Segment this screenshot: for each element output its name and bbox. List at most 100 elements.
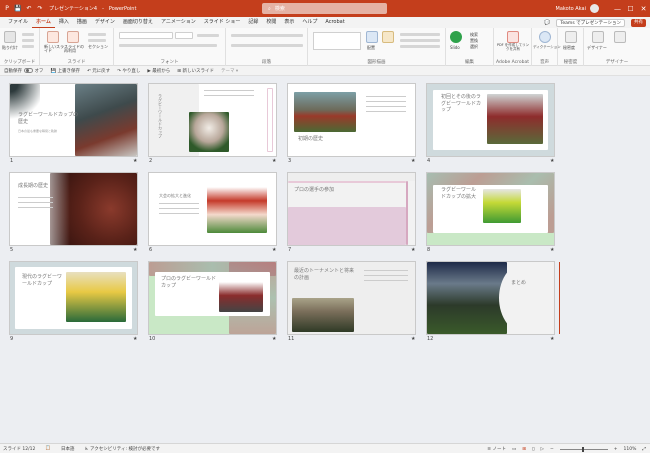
text-line — [18, 202, 53, 203]
slide-title: 最近のトーナメントと将来の計画 — [294, 268, 355, 281]
shapes-gallery[interactable] — [313, 32, 361, 50]
slide-title: プロのラグビーワールドカップ — [161, 276, 217, 289]
slide-thumbnail[interactable]: ラグビーワールドカップの拡大 — [427, 173, 554, 245]
copy-button[interactable] — [22, 39, 34, 42]
slide-number: 12 — [427, 336, 434, 342]
fit-window-icon[interactable]: ⤢ — [642, 446, 646, 452]
layout-button[interactable] — [88, 33, 106, 36]
sensitivity-icon[interactable] — [565, 31, 577, 43]
slide-number: 7 — [288, 247, 292, 253]
section-label[interactable]: セクション — [88, 44, 108, 50]
shape-effects-button[interactable] — [400, 45, 440, 48]
zoom-thumb[interactable] — [581, 446, 584, 452]
avatar[interactable] — [590, 4, 599, 13]
reset-button[interactable] — [88, 39, 106, 42]
text-line — [364, 280, 408, 281]
layout-dropdown[interactable]: テーマ ▾ — [221, 68, 238, 74]
comment-icon[interactable]: 💬 — [544, 20, 550, 26]
save-button[interactable]: 💾 上書き保存 — [50, 68, 80, 74]
font-format-buttons[interactable] — [119, 44, 217, 47]
tab-record[interactable]: 記録 — [244, 17, 262, 28]
slide-thumbnail[interactable]: 初回とその後のラグビーワールドカップ — [427, 84, 554, 156]
zoom-out-button[interactable]: − — [550, 447, 554, 452]
share-button[interactable]: 共有 — [631, 18, 646, 27]
slide-thumbnail[interactable]: ラグビーワールドカップの歴史 日本の最も重要な瞬間と軌跡 — [10, 84, 137, 156]
graph-icon[interactable] — [614, 31, 626, 43]
tab-view[interactable]: 表示 — [280, 17, 298, 28]
slide-thumbnail[interactable]: プロのラグビーワールドカップ — [149, 262, 276, 334]
ribbon-group-voice: ディクテーション 音声 — [532, 28, 561, 66]
status-bar: スライド 12/12 📋 日本語 ♿ アクセシビリティ: 検討が必要です ≡ ノ… — [0, 443, 650, 453]
redo-icon[interactable]: ↷ — [36, 5, 44, 13]
spellcheck-icon[interactable]: 📋 — [45, 446, 51, 452]
autosave-toggle[interactable]: 自動保存 オフ — [4, 67, 43, 74]
tab-design[interactable]: デザイン — [91, 17, 119, 28]
slido-icon[interactable] — [450, 31, 462, 43]
teams-present-button[interactable]: Teams でプレゼンテーション — [556, 18, 625, 27]
slide-thumbnail[interactable]: 現代のラグビーワールドカップ — [10, 262, 137, 334]
zoom-level[interactable]: 110% — [624, 447, 637, 452]
zoom-in-button[interactable]: + — [614, 447, 618, 452]
tab-slideshow[interactable]: スライド ショー — [200, 17, 245, 28]
cut-button[interactable] — [22, 33, 34, 36]
quick-styles-icon[interactable] — [382, 31, 394, 43]
undo-icon[interactable]: ↶ — [25, 5, 33, 13]
search-box[interactable]: ⌕ 検索 — [262, 3, 387, 14]
shape-outline-button[interactable] — [400, 39, 440, 42]
notes-button[interactable]: ≡ ノート — [487, 446, 506, 452]
document-title: プレゼンテーション4 — [49, 6, 98, 12]
player-celebrating-photo — [66, 272, 126, 322]
minimize-button[interactable]: — — [611, 0, 624, 17]
shape-fill-button[interactable] — [400, 33, 440, 36]
close-button[interactable]: ✕ — [637, 0, 650, 17]
paste-icon[interactable] — [4, 31, 16, 43]
slide-thumbnail[interactable]: まとめ — [427, 262, 554, 334]
new-slide-icon[interactable] — [47, 31, 59, 43]
reading-view-icon[interactable]: ▯ — [532, 447, 534, 452]
tab-home[interactable]: ホーム — [32, 17, 55, 28]
format-painter-button[interactable] — [22, 45, 34, 48]
save-icon[interactable]: 💾 — [14, 5, 22, 13]
arrange-icon[interactable] — [366, 31, 378, 43]
text-line — [204, 95, 254, 96]
new-slide-button[interactable]: ⊞ 新しいスライド — [177, 68, 214, 74]
language-indicator[interactable]: 日本語 — [61, 446, 75, 452]
slide-title: 大会の拡大と進化 — [159, 193, 191, 198]
slide-thumbnail[interactable]: 成長期の歴史 — [10, 173, 137, 245]
designer-icon[interactable] — [592, 31, 604, 43]
font-name-select[interactable] — [119, 32, 173, 39]
slide-thumbnail[interactable]: ラグビーワールドカップ — [149, 84, 276, 156]
slide-thumbnail[interactable]: 初期の歴史 — [288, 84, 415, 156]
tab-file[interactable]: ファイル — [4, 17, 32, 28]
microphone-icon[interactable] — [539, 31, 551, 43]
slide-thumbnail[interactable]: 大会の拡大と進化 — [149, 173, 276, 245]
slide-thumbnail[interactable]: 最近のトーナメントと将来の計画 — [288, 262, 415, 334]
user-name[interactable]: Makoto Akai — [556, 6, 586, 12]
reuse-slide-icon[interactable] — [67, 31, 79, 43]
slide-title: 現代のラグビーワールドカップ — [22, 274, 63, 287]
align-buttons[interactable] — [231, 44, 303, 47]
slide-thumbnail[interactable]: プロの選手の参加 — [288, 173, 415, 245]
pdf-icon[interactable] — [507, 31, 519, 43]
slideshow-view-icon[interactable]: ▷ — [540, 447, 543, 452]
list-buttons[interactable] — [231, 34, 303, 37]
redo-button[interactable]: ↷ やり直し — [117, 68, 140, 74]
font-size-buttons[interactable] — [197, 34, 219, 37]
tab-animations[interactable]: アニメーション — [157, 17, 200, 28]
maximize-button[interactable]: ☐ — [624, 0, 637, 17]
sorter-view-icon[interactable]: ⊞ — [522, 447, 526, 452]
group-label-sensitivity: 秘密度 — [563, 60, 578, 65]
accessibility-status[interactable]: ♿ アクセシビリティ: 検討が必要です — [85, 446, 160, 452]
font-size-select[interactable] — [175, 32, 193, 39]
tab-draw[interactable]: 描画 — [73, 17, 91, 28]
select-button[interactable]: 選択 — [470, 44, 478, 50]
tab-review[interactable]: 校閲 — [262, 17, 280, 28]
zoom-slider[interactable] — [559, 446, 608, 452]
from-start-button[interactable]: ▶ 最初から — [147, 68, 170, 74]
undo-button[interactable]: ↶ 元に戻す — [87, 68, 110, 74]
tab-insert[interactable]: 挿入 — [55, 17, 73, 28]
normal-view-icon[interactable]: ▭ — [512, 447, 516, 452]
tab-help[interactable]: ヘルプ — [298, 17, 321, 28]
tab-transitions[interactable]: 画面切り替え — [119, 17, 157, 28]
tab-acrobat[interactable]: Acrobat — [321, 17, 348, 28]
